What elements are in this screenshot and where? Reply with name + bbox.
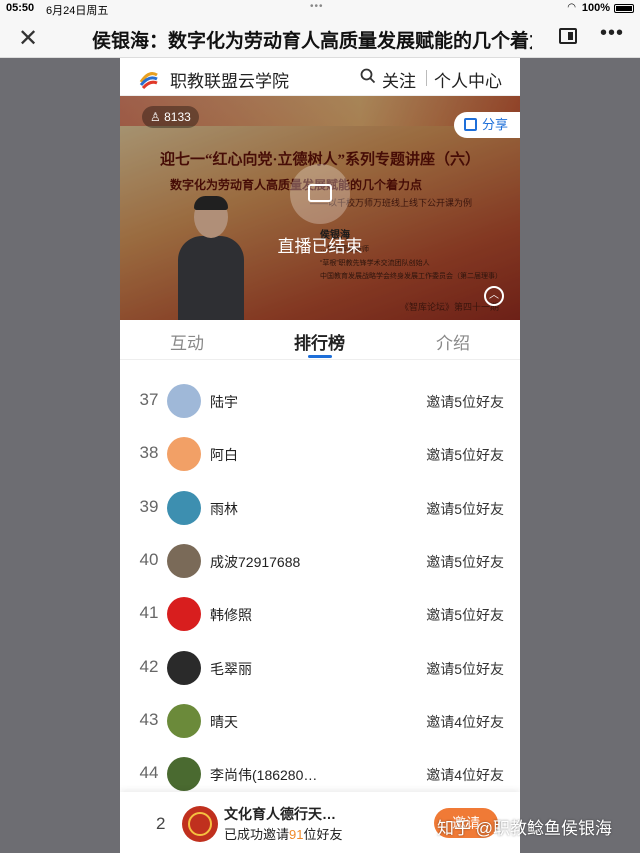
- tab-bar: 互动 排行榜 介绍: [120, 320, 520, 360]
- invite-count: 邀请5位好友: [426, 553, 504, 570]
- avatar[interactable]: [167, 543, 201, 578]
- viewer-count: ♙ 8133: [142, 106, 199, 128]
- site-logo-icon: [139, 72, 158, 89]
- tab-interaction[interactable]: 互动: [170, 329, 204, 354]
- user-name: 成波72917688: [210, 553, 301, 570]
- rank-number: 41: [139, 603, 159, 623]
- leaderboard-row[interactable]: 43 晴天 邀请4位好友: [120, 694, 520, 747]
- my-name: 文化育人德行天…: [224, 806, 336, 822]
- personal-center-link[interactable]: 个人中心: [434, 67, 502, 92]
- user-name: 陆宇: [210, 394, 238, 410]
- tv-icon: [308, 184, 332, 202]
- page-title: 侯银海：数字化为劳动育人高质量发展赋能的几个着力点: [92, 31, 532, 52]
- more-icon[interactable]: •••: [600, 22, 624, 45]
- rank-number: 44: [139, 763, 159, 783]
- leaderboard-row[interactable]: 44 李尚伟(186280… 邀请4位好友: [120, 747, 520, 792]
- my-status-prefix: 已成功邀请: [224, 827, 290, 842]
- user-name: 阿白: [210, 447, 238, 464]
- my-rank: 2: [156, 814, 166, 833]
- leaderboard-row[interactable]: 40 成波72917688 邀请5位好友: [120, 534, 520, 587]
- my-invite-count: 91: [289, 827, 304, 842]
- search-icon[interactable]: [360, 68, 376, 84]
- page-content: 职教联盟云学院 关注 个人中心 迎七一“红心向党·立德树人”系列专题讲座（六） …: [120, 58, 520, 853]
- leaderboard-row[interactable]: 39 雨林 邀请5位好友: [120, 481, 520, 534]
- user-name: 晴天: [210, 713, 238, 730]
- status-bar: 05:50 6月24日周五 ••• ◠ 100%: [0, 0, 640, 17]
- viewer-count-value: 8133: [164, 110, 191, 124]
- site-name[interactable]: 职教联盟云学院: [170, 67, 289, 92]
- avatar[interactable]: [167, 437, 201, 472]
- browser-nav-bar: ✕ 侯银海：数字化为劳动育人高质量发展赋能的几个着力点 •••: [0, 16, 640, 58]
- rank-number: 37: [139, 390, 159, 409]
- rank-number: 38: [139, 443, 159, 463]
- share-button[interactable]: 分享: [454, 112, 520, 138]
- avatar[interactable]: [167, 597, 201, 632]
- share-label: 分享: [482, 117, 509, 132]
- my-avatar: [182, 806, 218, 842]
- invite-count: 邀请5位好友: [426, 394, 504, 410]
- rank-number: 42: [139, 656, 159, 676]
- tab-active-indicator: [308, 355, 332, 358]
- leaderboard-row[interactable]: 41 韩修照 邀请5位好友: [120, 587, 520, 640]
- live-ended-text: 直播已结束: [277, 237, 363, 256]
- replay-button[interactable]: [290, 164, 350, 224]
- leaderboard-row[interactable]: 37 陆宇 邀请5位好友: [120, 374, 520, 427]
- user-name: 韩修照: [210, 607, 252, 624]
- avatar[interactable]: [167, 384, 201, 418]
- user-name: 毛翠丽: [210, 660, 252, 677]
- watermark: 知乎 @职教鲶鱼侯银海: [437, 819, 612, 838]
- live-banner[interactable]: 迎七一“红心向党·立德树人”系列专题讲座（六） 数字化为劳动育人高质量发展赋能的…: [120, 96, 520, 320]
- viewer-icon: ♙: [150, 110, 165, 124]
- rank-number: 43: [139, 709, 159, 729]
- avatar[interactable]: [167, 650, 201, 685]
- invite-count: 邀请5位好友: [426, 660, 504, 677]
- floating-window-icon[interactable]: [559, 28, 577, 44]
- user-name: 雨林: [210, 500, 238, 517]
- chevron-up-icon[interactable]: ︿: [484, 286, 504, 306]
- avatar[interactable]: [167, 490, 201, 525]
- user-name: 李尚伟(186280…: [210, 767, 318, 784]
- tab-intro[interactable]: 介绍: [436, 329, 470, 354]
- leaderboard-row[interactable]: 42 毛翠丽 邀请5位好友: [120, 641, 520, 694]
- battery-percent: 100%: [581, 2, 610, 14]
- invite-count: 邀请5位好友: [426, 500, 504, 517]
- rank-number: 39: [139, 496, 159, 516]
- share-icon: [464, 118, 477, 131]
- invite-count: 邀请5位好友: [426, 607, 504, 624]
- avatar[interactable]: [167, 757, 201, 792]
- close-icon[interactable]: ✕: [18, 24, 38, 53]
- invite-count: 邀请4位好友: [426, 767, 504, 784]
- my-invite-status: 已成功邀请91位好友: [224, 824, 343, 843]
- site-header: 职教联盟云学院 关注 个人中心: [120, 58, 520, 96]
- my-status-suffix: 位好友: [303, 827, 343, 842]
- invite-count: 邀请5位好友: [426, 447, 504, 464]
- header-divider: [426, 70, 427, 86]
- rank-number: 40: [139, 549, 159, 569]
- leaderboard-list[interactable]: 37 陆宇 邀请5位好友 38 阿白 邀请5位好友 39 雨林 邀请5位好友 40 成波729176…: [120, 360, 520, 792]
- battery-icon: [614, 4, 634, 13]
- follow-button[interactable]: 关注: [382, 67, 416, 92]
- tab-leaderboard[interactable]: 排行榜: [294, 329, 345, 354]
- status-time: 05:50: [6, 2, 35, 14]
- invite-count: 邀请4位好友: [426, 713, 504, 730]
- leaderboard-row[interactable]: 38 阿白 邀请5位好友: [120, 427, 520, 480]
- multitask-dots[interactable]: •••: [310, 1, 324, 12]
- avatar[interactable]: [167, 703, 201, 738]
- wifi-icon: ◠: [567, 2, 576, 13]
